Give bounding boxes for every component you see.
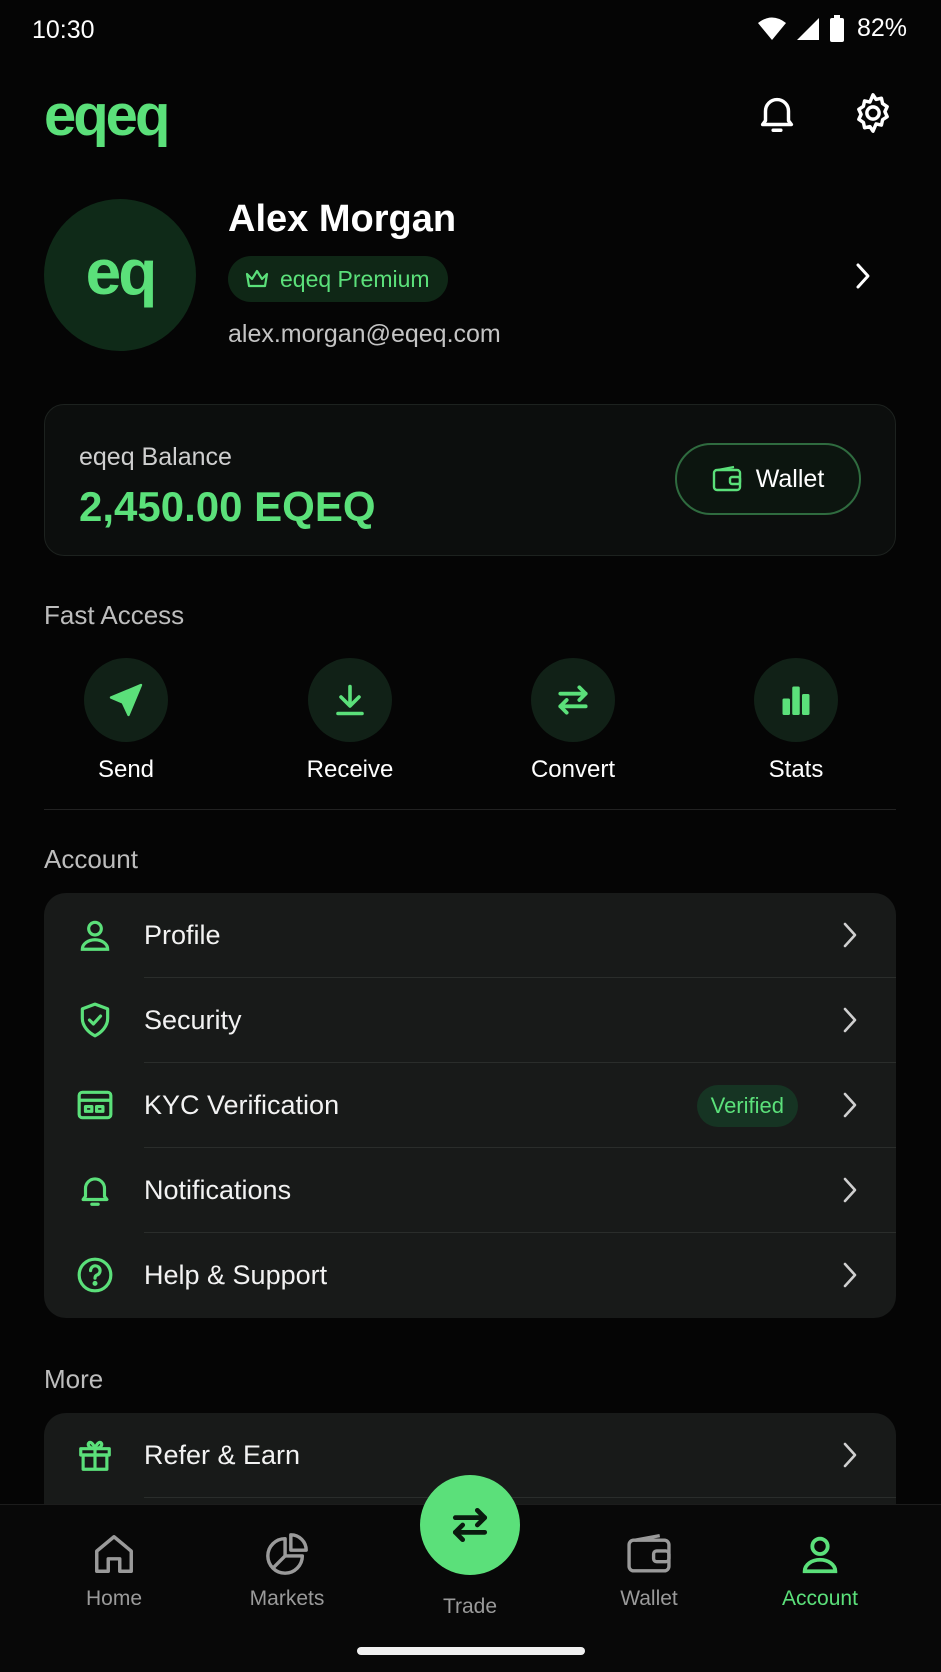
download-icon: [336, 684, 364, 716]
chevron-right-icon: [843, 1442, 857, 1468]
status-time: 10:30: [32, 16, 95, 44]
stats-circle: [754, 658, 838, 742]
balance-label: eqeq Balance: [79, 443, 232, 471]
balance-card: eqeq Balance 2,450.00 EQEQ Wallet: [44, 404, 896, 556]
wifi-icon: [757, 17, 786, 40]
nav-wallet[interactable]: Wallet: [584, 1531, 714, 1611]
wallet-button[interactable]: Wallet: [675, 443, 861, 515]
app-logo: eqeq: [44, 83, 170, 148]
fast-access-label: Send: [97, 756, 155, 783]
chevron-right-icon: [843, 922, 857, 948]
account-title: Account: [44, 844, 138, 874]
convert-circle: [531, 658, 615, 742]
id-card-icon: [74, 1084, 116, 1126]
more-item-label: Refer & Earn: [144, 1440, 301, 1470]
chevron-right-icon: [843, 1092, 857, 1118]
bell-icon: [74, 1169, 116, 1211]
avatar-text: eq: [85, 236, 158, 308]
nav-label: Account: [782, 1587, 858, 1610]
fast-access-title: Fast Access: [44, 600, 185, 630]
nav-markets[interactable]: Markets: [222, 1531, 352, 1611]
status-bar: 10:30 82%: [0, 0, 941, 60]
fast-access-send[interactable]: Send: [46, 658, 206, 784]
bottom-nav: Home Markets Trade Wallet Account: [0, 1475, 941, 1672]
fast-access-label: Stats: [768, 756, 824, 783]
status-icons: 82%: [757, 14, 907, 43]
home-icon: [95, 1535, 133, 1573]
gear-icon[interactable]: [850, 90, 896, 136]
chevron-right-icon: [843, 1262, 857, 1288]
nav-label: Markets: [249, 1587, 325, 1610]
wallet-icon: [627, 1533, 671, 1573]
account-item-notifications[interactable]: Notifications: [44, 1148, 896, 1233]
convert-icon: [558, 685, 588, 715]
chevron-right-icon: [843, 1007, 857, 1033]
nav-label: Wallet: [620, 1587, 678, 1610]
avatar[interactable]: eq: [44, 199, 196, 351]
more-title: More: [44, 1364, 104, 1394]
shield-icon: [74, 999, 116, 1041]
profile-email: alex.morgan@eqeq.com: [228, 320, 501, 348]
battery-percent: 82%: [856, 14, 907, 42]
bell-icon[interactable]: [754, 90, 800, 136]
account-item-label: Security: [144, 1005, 242, 1035]
profile-name: Alex Morgan: [228, 198, 457, 240]
premium-badge-label: eqeq Premium: [280, 265, 430, 292]
trade-button[interactable]: [420, 1475, 520, 1575]
chevron-right-icon[interactable]: [854, 262, 872, 290]
chevron-right-icon: [843, 1177, 857, 1203]
account-item-kyc[interactable]: KYC Verification Verified: [44, 1063, 896, 1148]
fast-access-convert[interactable]: Convert: [493, 658, 653, 784]
divider: [44, 809, 896, 810]
account-item-profile[interactable]: Profile: [44, 893, 896, 978]
wallet-button-label: Wallet: [755, 464, 825, 493]
signal-icon: [796, 17, 819, 40]
bar-chart-icon: [782, 686, 810, 715]
fast-access-label: Receive: [306, 756, 394, 783]
user-icon: [74, 914, 116, 956]
help-icon: [74, 1254, 116, 1296]
receive-circle: [308, 658, 392, 742]
fast-access-receive[interactable]: Receive: [270, 658, 430, 784]
verified-badge-label: Verified: [710, 1093, 784, 1118]
nav-label: Home: [85, 1587, 143, 1610]
wallet-icon: [712, 465, 741, 492]
fast-access-label: Convert: [530, 756, 616, 783]
row-separator: [144, 1497, 896, 1498]
user-icon: [802, 1536, 838, 1574]
account-item-label: Notifications: [144, 1175, 292, 1205]
send-icon: [109, 683, 143, 717]
nav-account[interactable]: Account: [755, 1531, 885, 1611]
account-item-security[interactable]: Security: [44, 978, 896, 1063]
account-list: Profile Security KYC Verification Verifi…: [44, 893, 896, 1318]
crown-icon: [245, 269, 269, 288]
nav-home[interactable]: Home: [49, 1531, 179, 1611]
nav-label-trade: Trade: [442, 1595, 498, 1618]
screen: 10:30 82% eqeq eq Alex Morgan eqeq Premi…: [0, 0, 941, 1672]
account-item-help[interactable]: Help & Support: [44, 1233, 896, 1318]
send-circle: [84, 658, 168, 742]
gift-icon: [74, 1434, 116, 1476]
home-indicator[interactable]: [357, 1647, 585, 1655]
account-item-label: KYC Verification: [144, 1090, 340, 1120]
battery-icon: [829, 14, 844, 42]
fast-access-stats[interactable]: Stats: [716, 658, 876, 784]
account-item-label: Profile: [144, 920, 221, 950]
verified-badge: Verified: [696, 1085, 798, 1127]
pie-chart-icon: [266, 1533, 308, 1575]
swap-icon: [452, 1507, 488, 1543]
premium-badge: eqeq Premium: [228, 256, 448, 302]
balance-value: 2,450.00 EQEQ: [79, 483, 376, 530]
account-item-label: Help & Support: [144, 1260, 328, 1290]
